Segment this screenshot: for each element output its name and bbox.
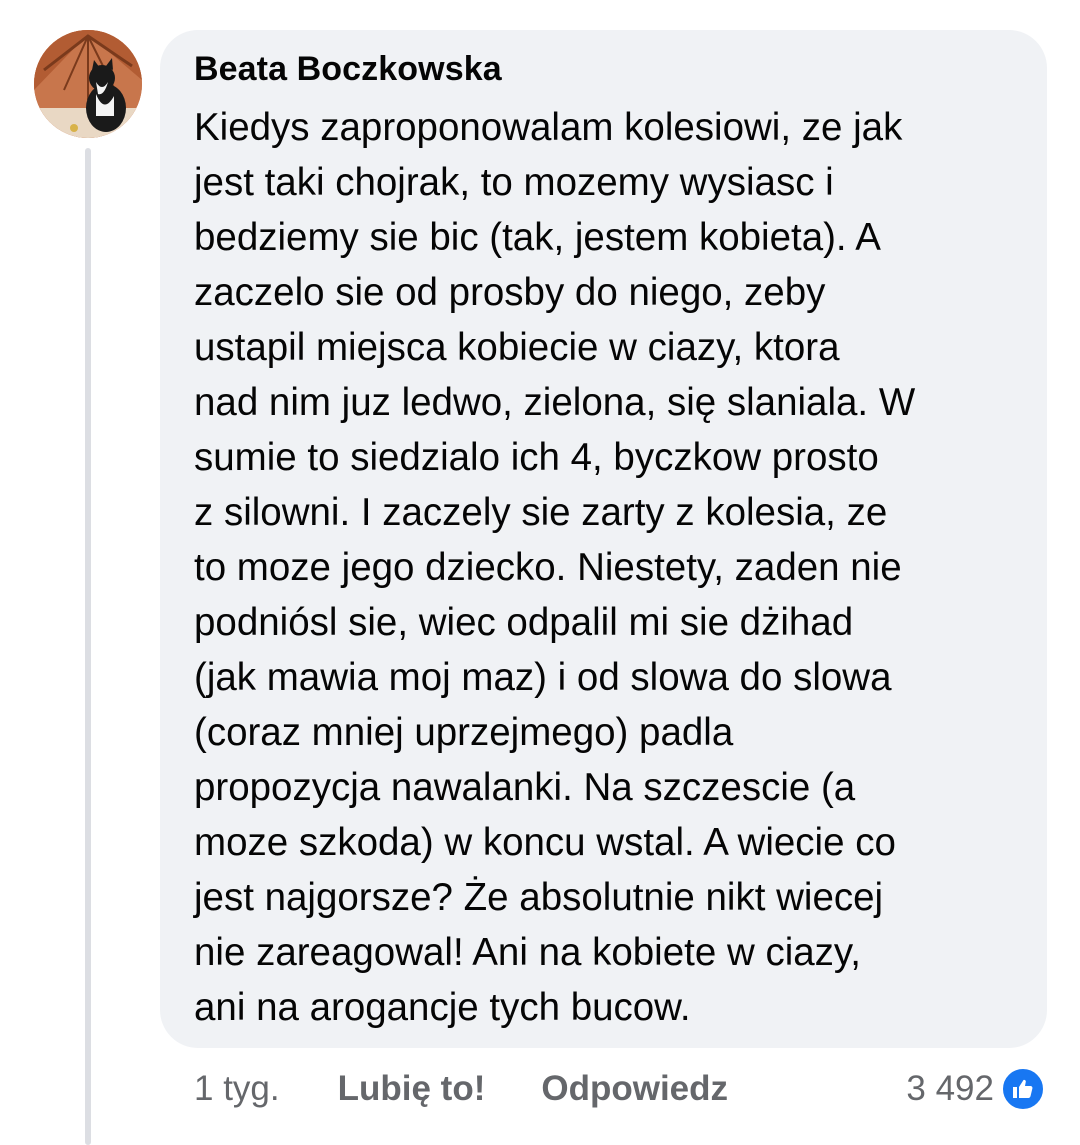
- thread-line: [85, 148, 91, 1145]
- comment-line: podniósl sie, wiec odpalil mi sie dżihad: [194, 601, 854, 644]
- comment-line: nad nim juz ledwo, zielona, się slaniala…: [194, 381, 916, 424]
- comment-line: ani na arogancje tych bucow.: [194, 986, 691, 1029]
- reply-button[interactable]: Odpowiedz: [541, 1069, 728, 1109]
- comment-line: jest taki chojrak, to mozemy wysiasc i: [194, 161, 834, 204]
- comment-line: propozycja nawalanki. Na szczescie (a: [194, 766, 856, 809]
- like-button[interactable]: Lubię to!: [338, 1069, 486, 1109]
- comment-line: jest najgorsze? Że absolutnie nikt wiece…: [194, 876, 884, 919]
- comment-line: to moze jego dziecko. Niestety, zaden ni…: [194, 546, 902, 589]
- comment-line: zaczelo sie od prosby do niego, zeby: [194, 271, 826, 314]
- comment-line: (coraz mniej uprzejmego) padla: [194, 711, 734, 754]
- comment-text: Kiedys zaproponowalam kolesiowi, ze jak j…: [194, 100, 1017, 1035]
- comment-bubble: Beata Boczkowska Kiedys zaproponowalam k…: [160, 30, 1047, 1048]
- comment-line: ustapil miejsca kobiecie w ciazy, ktora: [194, 326, 840, 369]
- comment-line: (jak mawia moj maz) i od slowa do slowa: [194, 656, 892, 699]
- comment-line: bedziemy sie bic (tak, jestem kobieta). …: [194, 216, 881, 259]
- comment-line: sumie to siedzialo ich 4, byczkow prosto: [194, 436, 879, 479]
- thumbs-up-icon: [1000, 1066, 1046, 1112]
- comment-actions: 1 tyg. Lubię to! Odpowiedz: [194, 1063, 728, 1115]
- reaction-summary[interactable]: 3 492: [906, 1063, 1046, 1115]
- avatar[interactable]: [34, 30, 142, 138]
- comment-thread: Beata Boczkowska Kiedys zaproponowalam k…: [0, 0, 1080, 1145]
- comment-line: z silowni. I zaczely sie zarty z kolesia…: [194, 491, 888, 534]
- comment-line: moze szkoda) w koncu wstal. A wiecie co: [194, 821, 896, 864]
- comment-line: Kiedys zaproponowalam kolesiowi, ze jak: [194, 106, 903, 149]
- comment-author[interactable]: Beata Boczkowska: [194, 46, 1017, 92]
- comment-line: nie zareagowal! Ani na kobiete w ciazy,: [194, 931, 862, 974]
- comment-timestamp[interactable]: 1 tyg.: [194, 1069, 280, 1109]
- reaction-count: 3 492: [906, 1069, 994, 1108]
